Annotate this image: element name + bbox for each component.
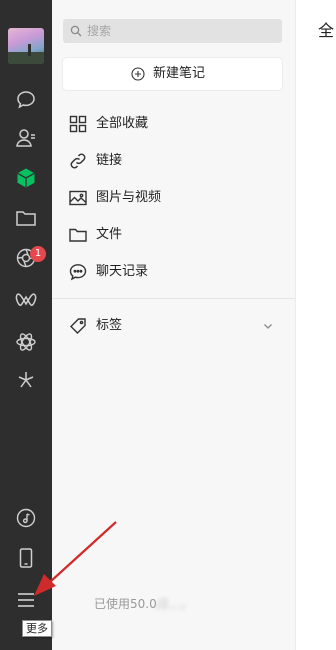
nav-item-links[interactable]: 链接 — [52, 143, 295, 179]
nav-item-label: 文件 — [96, 227, 123, 242]
miniprogram-icon[interactable] — [14, 330, 38, 354]
storage-usage-blurred: /2…， — [156, 597, 193, 611]
music-icon[interactable] — [14, 506, 38, 530]
contacts-icon[interactable] — [14, 126, 38, 150]
files-folder-icon[interactable] — [14, 206, 38, 230]
divider — [52, 298, 295, 299]
nav-item-label: 链接 — [96, 153, 123, 168]
chevron-down-icon[interactable] — [262, 320, 274, 332]
tags-label: 标签 — [96, 318, 123, 333]
new-note-label: 新建笔记 — [153, 66, 206, 81]
avatar[interactable] — [8, 28, 44, 64]
chat-icon[interactable] — [14, 88, 38, 112]
search-placeholder: 搜索 — [87, 24, 112, 38]
nav-item-label: 全部收藏 — [96, 116, 149, 131]
grid-icon — [68, 114, 88, 134]
search-icon — [70, 25, 82, 37]
nav-item-all-favorites[interactable]: 全部收藏 — [52, 106, 295, 142]
unread-badge: 1 — [30, 246, 46, 262]
nav-item-tags[interactable]: 标签 — [52, 308, 295, 344]
nav-item-images-videos[interactable]: 图片与视频 — [52, 180, 295, 216]
tag-icon — [68, 316, 88, 336]
left-nav-rail: 1 — [0, 0, 52, 650]
favorites-cube-icon[interactable] — [14, 166, 38, 190]
link-icon — [68, 151, 88, 171]
channels-icon[interactable] — [14, 288, 38, 312]
storage-usage-text: 已使用50.0 — [94, 597, 157, 611]
menu-icon[interactable] — [14, 588, 38, 612]
new-note-button[interactable]: 新建笔记 — [63, 58, 282, 90]
image-icon — [68, 188, 88, 208]
storage-usage: 已使用50.0/2…， — [94, 596, 192, 612]
content-title: 全 — [318, 21, 335, 40]
nav-item-chat-records[interactable]: 聊天记录 — [52, 254, 295, 290]
nav-item-label: 聊天记录 — [96, 264, 149, 279]
search-star-icon[interactable] — [14, 368, 38, 392]
more-tooltip: 更多 — [22, 620, 52, 637]
folder-icon — [68, 225, 88, 245]
search-input[interactable]: 搜索 — [63, 19, 282, 43]
nav-item-files[interactable]: 文件 — [52, 217, 295, 253]
phone-icon[interactable] — [14, 546, 38, 570]
chat-record-icon — [68, 262, 88, 282]
plus-circle-icon — [131, 67, 145, 81]
content-pane: 全 — [295, 0, 336, 650]
nav-item-label: 图片与视频 — [96, 190, 162, 205]
